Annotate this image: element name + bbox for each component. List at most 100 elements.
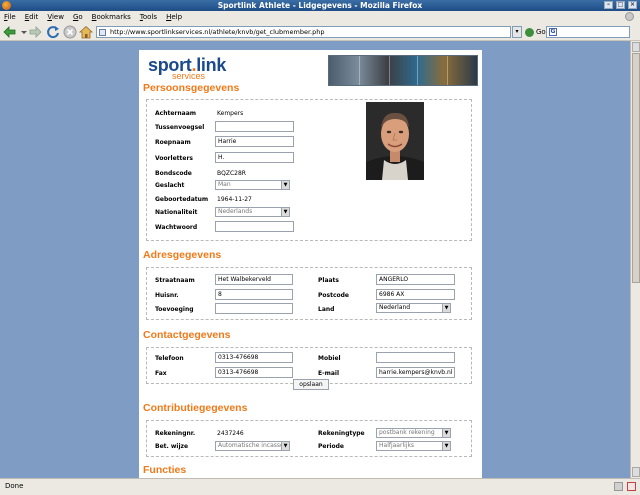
chevron-down-icon: ▼: [442, 429, 450, 437]
postcode-field[interactable]: 6986 AX: [376, 289, 455, 300]
periode-select[interactable]: Halfjaarlijks ▼: [376, 441, 451, 451]
search-input[interactable]: G: [546, 26, 630, 38]
rekeningtype-value: postbank rekening: [379, 429, 435, 436]
betwijze-select[interactable]: Automatische incasso ▼: [215, 441, 290, 451]
straatnaam-field[interactable]: Het Walbekerveld: [215, 274, 293, 285]
periode-label: Periode: [318, 443, 344, 450]
go-button[interactable]: Go: [525, 26, 546, 38]
bondscode-value: BQZC28R: [217, 170, 246, 177]
address-dropdown-button[interactable]: ▾: [512, 26, 522, 38]
betwijze-value: Automatische incasso: [218, 442, 284, 449]
plaats-field[interactable]: ANGERLO: [376, 274, 455, 285]
rekeningtype-label: Rekeningtype: [318, 430, 365, 437]
menu-go[interactable]: Go: [73, 13, 83, 21]
toevoeging-field[interactable]: [215, 303, 293, 314]
google-icon: G: [549, 28, 557, 36]
section-title-persoonsgegevens: Persoonsgegevens: [143, 82, 240, 94]
rekeningtype-select[interactable]: postbank rekening ▼: [376, 428, 451, 438]
stop-icon[interactable]: [63, 25, 77, 39]
address-bar[interactable]: http://www.sportlinkservices.nl/athlete/…: [96, 26, 511, 38]
back-dropdown-icon[interactable]: [20, 25, 28, 39]
huisnr-label: Huisnr.: [155, 292, 179, 299]
menu-edit[interactable]: Edit: [25, 13, 39, 21]
telefoon-field[interactable]: 0313-476698: [215, 352, 293, 363]
email-field[interactable]: harrie.kempers@knvb.nl: [376, 367, 455, 378]
roepnaam-label: Roepnaam: [155, 139, 191, 146]
mobiel-label: Mobiel: [318, 355, 341, 362]
toevoeging-label: Toevoeging: [155, 306, 194, 313]
geboortedatum-label: Geboortedatum: [155, 196, 209, 203]
chevron-down-icon: ▼: [281, 181, 289, 189]
section-title-adresgegevens: Adresgegevens: [143, 249, 222, 261]
tussenvoegsel-field[interactable]: [215, 121, 294, 132]
menu-file[interactable]: File: [4, 13, 16, 21]
postcode-label: Postcode: [318, 292, 350, 299]
fax-label: Fax: [155, 370, 167, 377]
status-text: Done: [5, 482, 24, 490]
reload-icon[interactable]: [46, 25, 60, 39]
back-icon[interactable]: [3, 25, 17, 39]
periode-value: Halfjaarlijks: [379, 442, 415, 449]
contributie-box: [146, 420, 472, 457]
land-select[interactable]: Nederland ▼: [376, 303, 451, 313]
section-title-functies: Functies: [143, 464, 187, 476]
wachtwoord-label: Wachtwoord: [155, 224, 198, 231]
maximize-button[interactable]: □: [616, 1, 625, 9]
section-title-contactgegevens: Contactgegevens: [143, 329, 231, 341]
land-label: Land: [318, 306, 335, 313]
email-label: E-mail: [318, 370, 340, 377]
header-banner-image: [328, 55, 478, 86]
fax-field[interactable]: 0313-476698: [215, 367, 293, 378]
forward-icon[interactable]: [28, 25, 42, 39]
roepnaam-field[interactable]: Harrie: [215, 136, 294, 147]
menu-bar: File Edit View Go Bookmarks Tools Help: [0, 11, 640, 23]
scroll-thumb[interactable]: [632, 53, 640, 283]
land-value: Nederland: [379, 304, 411, 311]
bondscode-label: Bondscode: [155, 170, 192, 177]
window-titlebar: Sportlink Athlete - Lidgegevens - Mozill…: [0, 0, 640, 11]
close-button[interactable]: ×: [628, 1, 637, 9]
home-icon[interactable]: [79, 25, 93, 39]
menu-tools[interactable]: Tools: [140, 13, 157, 21]
section-title-contributiegegevens: Contributiegegevens: [143, 402, 248, 414]
tussenvoegsel-label: Tussenvoegsel: [155, 124, 205, 131]
huisnr-field[interactable]: 8: [215, 289, 293, 300]
download-icon[interactable]: [614, 482, 623, 491]
status-bar: Done: [0, 478, 640, 495]
menu-help[interactable]: Help: [166, 13, 182, 21]
nationaliteit-label: Nationaliteit: [155, 209, 198, 216]
geboortedatum-value: 1964-11-27: [217, 196, 252, 203]
rekeningnr-value: 2437246: [217, 430, 244, 437]
straatnaam-label: Straatnaam: [155, 277, 195, 284]
logo-subtitle: services: [172, 71, 206, 81]
mobiel-field[interactable]: [376, 352, 455, 363]
wachtwoord-field[interactable]: [215, 221, 294, 232]
menu-view[interactable]: View: [47, 13, 64, 21]
content-page: sport.link services Persoonsgegevens Ach…: [139, 50, 482, 478]
achternaam-label: Achternaam: [155, 110, 196, 117]
navigation-toolbar: http://www.sportlinkservices.nl/athlete/…: [0, 23, 640, 41]
mail-icon[interactable]: [627, 482, 636, 491]
geslacht-select[interactable]: Man ▼: [215, 180, 290, 190]
page-viewport: sport.link services Persoonsgegevens Ach…: [0, 41, 630, 478]
minimize-button[interactable]: –: [604, 1, 613, 9]
throbber-icon: [625, 12, 634, 21]
go-icon: [525, 27, 534, 37]
nationaliteit-select[interactable]: Nederlands ▼: [215, 207, 290, 217]
chevron-down-icon: ▼: [442, 304, 450, 312]
geslacht-label: Geslacht: [155, 182, 185, 189]
nationaliteit-value: Nederlands: [218, 208, 253, 215]
menu-bookmarks[interactable]: Bookmarks: [92, 13, 131, 21]
sportlink-logo: sport.link services: [148, 56, 226, 81]
scroll-down-button[interactable]: [632, 467, 640, 477]
vertical-scrollbar[interactable]: [630, 41, 640, 478]
telefoon-label: Telefoon: [155, 355, 184, 362]
voorletters-field[interactable]: H.: [215, 152, 294, 163]
member-photo: [366, 102, 424, 180]
chevron-down-icon: ▼: [281, 208, 289, 216]
scroll-up-button[interactable]: [632, 42, 640, 52]
rekeningnr-label: Rekeningnr.: [155, 430, 196, 437]
opslaan-button[interactable]: opslaan: [293, 379, 329, 390]
chevron-down-icon: ▼: [442, 442, 450, 450]
geslacht-value: Man: [218, 181, 231, 188]
